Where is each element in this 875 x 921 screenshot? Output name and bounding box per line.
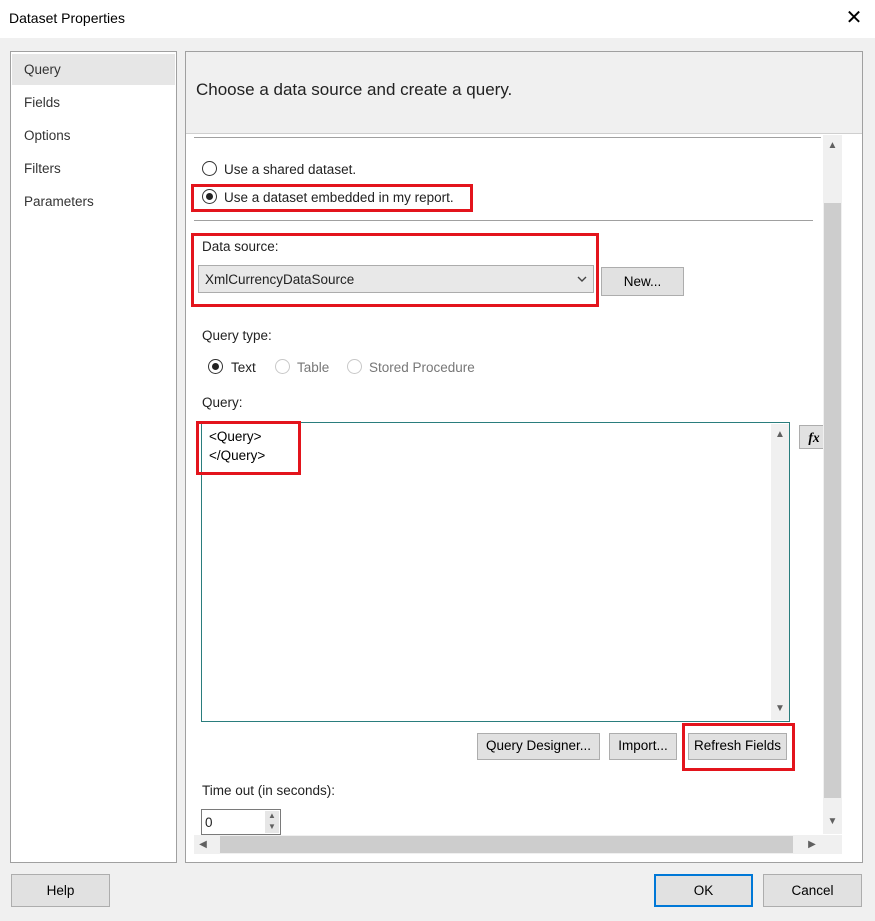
ok-button[interactable]: OK xyxy=(654,874,753,907)
import-button[interactable]: Import... xyxy=(609,733,677,760)
cancel-button[interactable]: Cancel xyxy=(763,874,862,907)
scroll-corner xyxy=(823,835,842,854)
query-panel: Choose a data source and create a query.… xyxy=(185,51,863,863)
sidebar-item-parameters[interactable]: Parameters xyxy=(12,186,175,217)
query-label: Query: xyxy=(202,395,243,410)
panel-heading: Choose a data source and create a query. xyxy=(196,80,513,99)
panel-hscroll-thumb[interactable] xyxy=(220,836,793,853)
spin-down-icon[interactable]: ▼ xyxy=(265,819,279,835)
query-type-stored-procedure-radio[interactable] xyxy=(347,359,362,374)
timeout-value: 0 xyxy=(205,815,213,830)
spinner-buttons[interactable]: ▲ ▼ xyxy=(265,811,279,833)
new-data-source-button[interactable]: New... xyxy=(601,267,684,296)
timeout-label: Time out (in seconds): xyxy=(202,783,336,798)
sidebar-nav: Query Fields Options Filters Parameters xyxy=(10,51,177,863)
title-bar: Dataset Properties ✕ xyxy=(0,0,875,38)
query-type-stored-procedure-label: Stored Procedure xyxy=(369,360,475,375)
scroll-down-icon[interactable]: ▼ xyxy=(824,814,841,830)
embedded-dataset-radio[interactable] xyxy=(202,189,217,204)
shared-dataset-label: Use a shared dataset. xyxy=(224,162,357,177)
scroll-left-icon[interactable]: ◀ xyxy=(196,837,210,853)
chevron-down-icon xyxy=(577,276,587,282)
embedded-dataset-label: Use a dataset embedded in my report. xyxy=(224,190,454,205)
scroll-right-icon[interactable]: ▶ xyxy=(805,837,819,853)
query-designer-button[interactable]: Query Designer... xyxy=(477,733,600,760)
shared-dataset-radio[interactable] xyxy=(202,161,217,176)
scroll-up-icon[interactable]: ▲ xyxy=(824,138,841,154)
sidebar-item-filters[interactable]: Filters xyxy=(12,153,175,184)
query-type-label: Query type: xyxy=(202,328,272,343)
sidebar-item-fields[interactable]: Fields xyxy=(12,87,175,118)
data-source-dropdown[interactable]: XmlCurrencyDataSource xyxy=(198,265,594,293)
help-button[interactable]: Help xyxy=(11,874,110,907)
query-vscrollbar[interactable]: ▲ ▼ xyxy=(771,424,789,720)
sidebar-item-options[interactable]: Options xyxy=(12,120,175,151)
query-text-highlight xyxy=(196,421,301,475)
refresh-fields-button[interactable]: Refresh Fields xyxy=(688,733,787,760)
panel-header: Choose a data source and create a query. xyxy=(186,52,862,134)
timeout-spinner[interactable]: 0 ▲ ▼ xyxy=(201,809,281,835)
query-type-text-radio[interactable] xyxy=(208,359,223,374)
query-type-table-label: Table xyxy=(297,360,330,375)
panel-vscrollbar[interactable]: ▲ ▼ xyxy=(823,135,842,834)
query-type-table-radio[interactable] xyxy=(275,359,290,374)
down-arrow-icon[interactable]: ▼ xyxy=(772,701,788,717)
section-divider xyxy=(194,220,813,221)
data-source-value: XmlCurrencyDataSource xyxy=(205,272,355,287)
query-type-text-label: Text xyxy=(231,360,256,375)
panel-vscroll-thumb[interactable] xyxy=(824,203,841,798)
close-icon[interactable]: ✕ xyxy=(843,7,865,29)
header-divider xyxy=(194,137,821,138)
window-title: Dataset Properties xyxy=(9,10,125,26)
panel-hscrollbar[interactable]: ◀ ▶ xyxy=(194,835,823,854)
data-source-label: Data source: xyxy=(202,239,279,254)
sidebar-item-query[interactable]: Query xyxy=(12,54,175,85)
up-arrow-icon[interactable]: ▲ xyxy=(772,427,788,443)
